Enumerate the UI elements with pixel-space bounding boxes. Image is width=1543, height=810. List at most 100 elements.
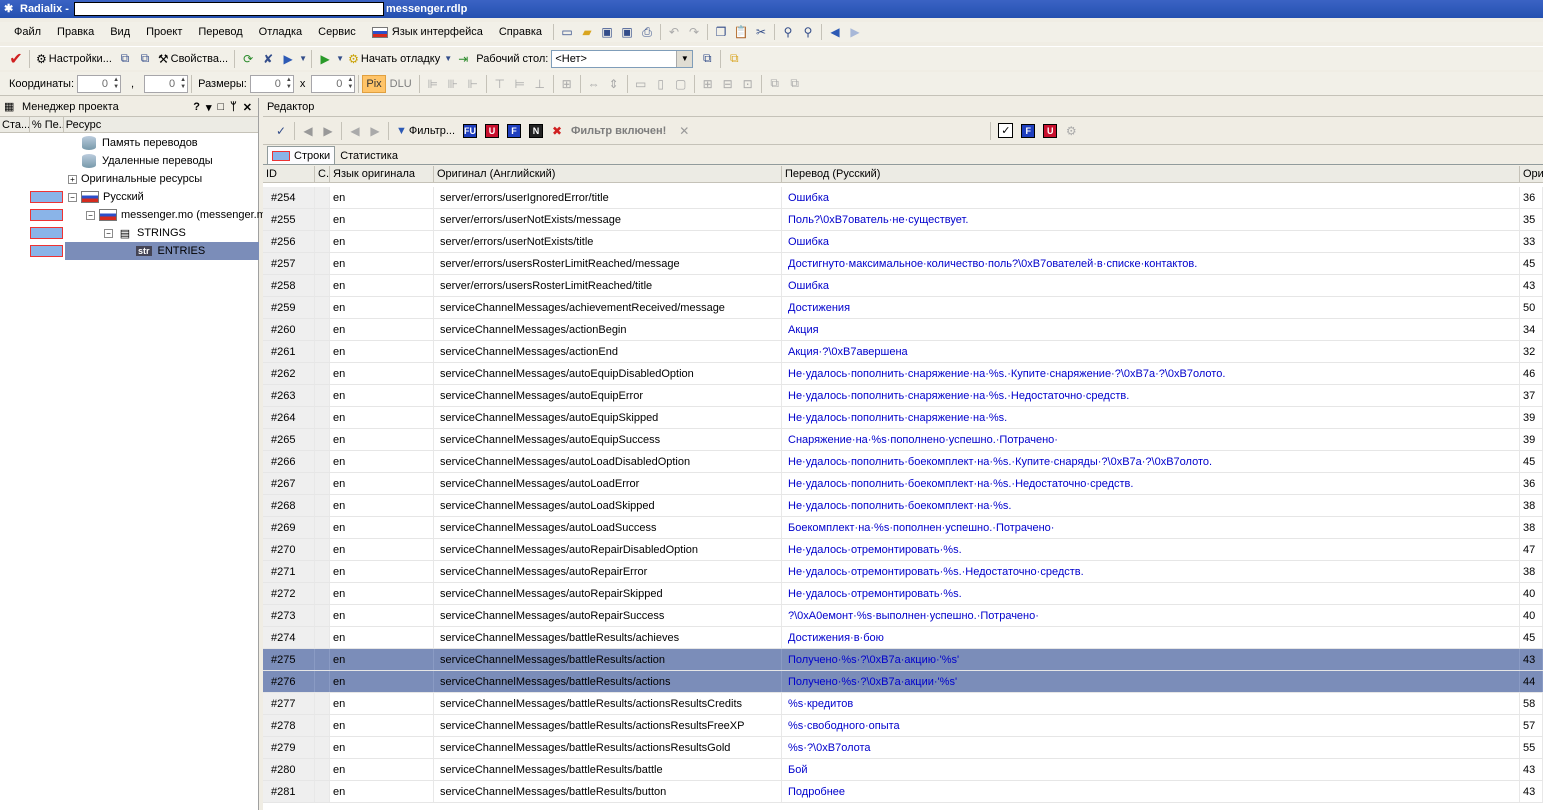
table-row[interactable]: #270 en serviceChannelMessages/autoRepairD… — [263, 539, 1543, 561]
table-row[interactable]: #273 en serviceChannelMessages/autoRepairS… — [263, 605, 1543, 627]
column-original[interactable]: Оригинал (Английский) — [434, 166, 782, 182]
table-row[interactable]: #267 en serviceChannelMessages/autoLoadErr… — [263, 473, 1543, 495]
redo-icon[interactable]: ↷ — [684, 23, 704, 41]
menu-file[interactable]: Файл — [6, 23, 49, 41]
refresh-icon[interactable]: ⟳ — [238, 50, 258, 68]
checkmark-icon[interactable]: ✔ — [6, 50, 26, 68]
space-horizontal-icon[interactable]: ⇔ — [584, 77, 604, 91]
cell-translation[interactable]: Не·удалось·пополнить·снаряжение·на·%s.·Н… — [782, 385, 1520, 406]
column-percent[interactable]: % Пе... — [30, 117, 64, 132]
start-debug-button[interactable]: ⚙ Начать отладку — [345, 49, 443, 69]
expand-icon[interactable]: + — [68, 174, 77, 184]
cell-translation[interactable]: Не·удалось·пополнить·боекомплект·на·%s.·… — [782, 451, 1520, 472]
save-all-icon[interactable]: ▣ — [617, 23, 637, 41]
menu-help[interactable]: Справка — [491, 23, 550, 41]
prev-untranslated-icon[interactable]: ◀ — [345, 122, 365, 140]
workspace-select[interactable]: <Нет> ▼ — [551, 49, 694, 68]
menu-debug[interactable]: Отладка — [251, 23, 310, 41]
table-row[interactable]: #265 en serviceChannelMessages/autoEquipSu… — [263, 429, 1543, 451]
fuzzy-toggle-badge[interactable]: F — [1021, 123, 1036, 138]
align-bottom-icon[interactable]: ⊥ — [530, 77, 550, 91]
close-icon[interactable]: ✕ — [243, 101, 252, 114]
column-original-length[interactable]: Ори — [1520, 166, 1543, 182]
next-icon[interactable]: ▶ — [318, 122, 338, 140]
center-icon[interactable]: ⊞ — [557, 77, 577, 91]
collapse-icon[interactable]: − — [86, 210, 95, 220]
cell-translation[interactable]: %s·кредитов — [782, 693, 1520, 714]
cell-translation[interactable]: Ошибка — [782, 231, 1520, 252]
table-row[interactable]: #266 en serviceChannelMessages/autoLoadDis… — [263, 451, 1543, 473]
dialog-icon[interactable]: ⧉ — [115, 50, 135, 68]
cell-translation[interactable]: Получено·%s·?\0xB7а·акции·'%s' — [782, 671, 1520, 692]
panel-menu-icon[interactable]: ▾ — [206, 101, 212, 114]
cell-translation[interactable]: Акция — [782, 319, 1520, 340]
bring-front-icon[interactable]: ⧉ — [765, 76, 785, 91]
table-row[interactable]: #262 en serviceChannelMessages/autoEquipDi… — [263, 363, 1543, 385]
maximize-icon[interactable]: □ — [218, 101, 225, 114]
column-translation[interactable]: Перевод (Русский) — [782, 166, 1520, 182]
debug-dropdown-icon[interactable]: ▼ — [443, 50, 453, 68]
settings-button[interactable]: ⚙ Настройки... — [33, 49, 115, 69]
collapse-icon[interactable]: − — [68, 192, 77, 202]
size-height-input[interactable]: 0 ▲ ▼ — [311, 74, 356, 93]
step-icon[interactable]: ⇥ — [453, 50, 473, 68]
properties-button[interactable]: ⚒ Свойства... — [155, 49, 231, 69]
cell-translation[interactable]: ?\0xA0емонт·%s·выполнен·успешно.·Потраче… — [782, 605, 1520, 626]
send-back-icon[interactable]: ⧉ — [785, 76, 805, 91]
cell-translation[interactable]: Не·удалось·отремонтировать·%s.·Недостато… — [782, 561, 1520, 582]
table-row[interactable]: #272 en serviceChannelMessages/autoRepairS… — [263, 583, 1543, 605]
cell-translation[interactable]: Не·удалось·пополнить·боекомплект·на·%s. — [782, 495, 1520, 516]
paste-icon[interactable]: 📋 — [731, 23, 751, 41]
find-icon[interactable]: ⚲ — [778, 23, 798, 41]
align-right-icon[interactable]: ⊩ — [463, 77, 483, 91]
cell-translation[interactable]: Не·удалось·отремонтировать·%s. — [782, 539, 1520, 560]
pixel-units-button[interactable]: Pix — [362, 74, 386, 93]
cell-translation[interactable]: Снаряжение·на·%s·пополнено·успешно.·Потр… — [782, 429, 1520, 450]
column-resource[interactable]: Ресурс — [64, 117, 258, 132]
next-untranslated-icon[interactable]: ▶ — [365, 122, 385, 140]
cell-translation[interactable]: Ошибка — [782, 275, 1520, 296]
clear-filter-icon[interactable]: ✖ — [547, 122, 567, 140]
table-row[interactable]: #271 en serviceChannelMessages/autoRepairE… — [263, 561, 1543, 583]
run-dropdown-icon[interactable]: ▼ — [298, 50, 308, 68]
table-row[interactable]: #274 en serviceChannelMessages/battleResul… — [263, 627, 1543, 649]
cell-translation[interactable]: Не·удалось·пополнить·снаряжение·на·%s. — [782, 407, 1520, 428]
forward-arrow-icon[interactable]: ▶ — [845, 23, 865, 41]
previous-icon[interactable]: ◀ — [298, 122, 318, 140]
table-row[interactable]: #275 en serviceChannelMessages/battleResul… — [263, 649, 1543, 671]
test-dialog-icon[interactable]: ⊡ — [738, 77, 758, 91]
menu-translation[interactable]: Перевод — [190, 23, 250, 41]
tab-order-icon[interactable]: ⊟ — [718, 77, 738, 91]
filter-fu-badge[interactable]: FU — [463, 123, 478, 138]
table-row[interactable]: #256 en server/errors/userNotExists/title О… — [263, 231, 1543, 253]
workspace-manage-icon[interactable]: ⧉ — [697, 50, 717, 68]
tree-item-strings[interactable]: − ▤ STRINGS — [0, 224, 259, 242]
menu-edit[interactable]: Правка — [49, 23, 102, 41]
cell-translation[interactable]: Не·удалось·отремонтировать·%s. — [782, 583, 1520, 604]
collapse-icon[interactable]: − — [104, 228, 113, 238]
tools-icon[interactable]: ✘ — [258, 50, 278, 68]
table-row[interactable]: #257 en server/errors/usersRosterLimitReac… — [263, 253, 1543, 275]
run-icon[interactable]: ▶ — [278, 50, 298, 68]
grid-icon[interactable]: ⊞ — [698, 77, 718, 91]
undo-icon[interactable]: ↶ — [664, 23, 684, 41]
new-file-icon[interactable]: ▭ — [557, 23, 577, 41]
same-width-icon[interactable]: ▭ — [631, 77, 651, 91]
tree-item-entries[interactable]: str ENTRIES — [0, 242, 259, 260]
filter-n-badge[interactable]: N — [529, 123, 544, 138]
column-status[interactable]: С. — [315, 166, 330, 182]
space-vertical-icon[interactable]: ⇕ — [604, 77, 624, 91]
pin-icon[interactable]: ᛘ — [230, 101, 237, 114]
menu-view[interactable]: Вид — [102, 23, 138, 41]
table-row[interactable]: #276 en serviceChannelMessages/battleResul… — [263, 671, 1543, 693]
tree-item-messenger-mo[interactable]: − messenger.mo (messenger.mo) — [0, 206, 276, 224]
cell-translation[interactable]: Бой — [782, 759, 1520, 780]
align-left-icon[interactable]: ⊫ — [423, 77, 443, 91]
cell-translation[interactable]: %s·свободного·опыта — [782, 715, 1520, 736]
tree-item-remote-translations[interactable]: Удаленные переводы — [0, 152, 259, 170]
same-height-icon[interactable]: ▯ — [651, 77, 671, 91]
cell-translation[interactable]: Поль?\0xB7ователь·не·существует. — [782, 209, 1520, 230]
column-source-language[interactable]: Язык оригинала — [330, 166, 434, 182]
tab-statistics[interactable]: Статистика — [335, 146, 403, 164]
coord-y-input[interactable]: 0 ▲ ▼ — [144, 74, 189, 93]
